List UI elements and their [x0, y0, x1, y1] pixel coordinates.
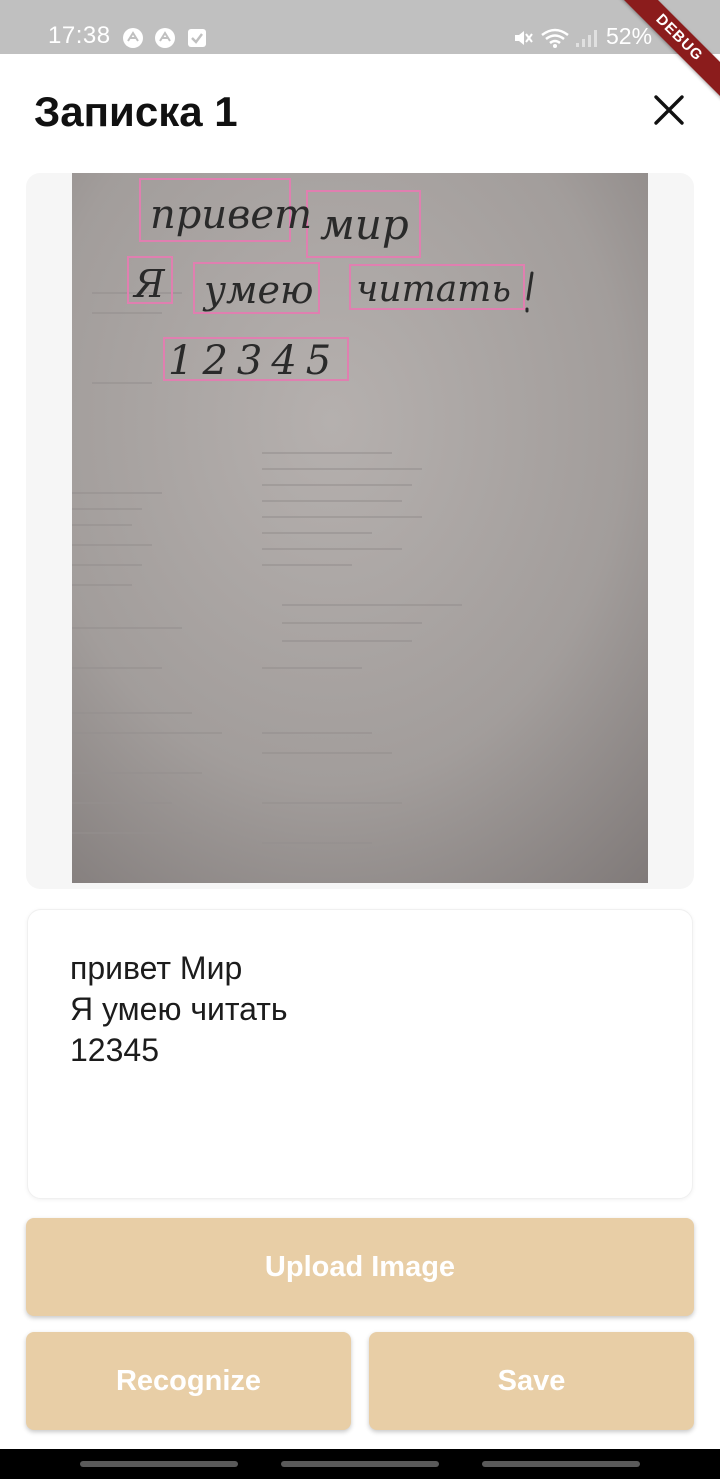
- nav-back-handle[interactable]: [482, 1461, 640, 1467]
- handwritten-word: мир: [320, 200, 409, 249]
- text-line: Я умею читать: [70, 991, 288, 1027]
- nav-home-handle[interactable]: [281, 1461, 439, 1467]
- save-button[interactable]: Save: [369, 1332, 694, 1430]
- nav-recents-handle[interactable]: [80, 1461, 238, 1467]
- handwritten-note-image: привет мир Я умею читать 12345: [72, 173, 648, 883]
- page-title: Записка 1: [34, 88, 238, 135]
- text-line: 12345: [70, 1032, 159, 1068]
- upload-image-button[interactable]: Upload Image: [26, 1218, 694, 1316]
- recognized-text[interactable]: привет Мир Я умею читать 12345: [70, 948, 288, 1071]
- status-time: 17:38: [48, 22, 111, 49]
- handwritten-word: читать: [356, 269, 511, 310]
- checkbox-notification-icon: [188, 29, 206, 47]
- text-line: привет Мир: [70, 950, 243, 986]
- handwritten-word: 12345: [168, 338, 340, 384]
- handwritten-word: умею: [202, 268, 314, 312]
- wifi-icon: [541, 28, 569, 48]
- close-button[interactable]: [645, 86, 693, 134]
- navigation-bar: [0, 1449, 720, 1479]
- note-photo: привет мир Я умею читать 12345: [72, 173, 648, 883]
- battery-level: 52%: [606, 23, 653, 49]
- mute-icon: [515, 31, 533, 45]
- close-icon: [654, 95, 684, 125]
- signal-icon: [576, 30, 597, 47]
- app-notification-icon: [123, 28, 143, 48]
- handwritten-word: Я: [132, 262, 166, 306]
- status-bar: 17:38 52%: [0, 0, 720, 54]
- app-notification-icon-2: [155, 28, 175, 48]
- recognized-text-card[interactable]: привет Мир Я умею читать 12345: [27, 909, 693, 1199]
- recognize-button[interactable]: Recognize: [26, 1332, 351, 1430]
- handwritten-word: привет: [150, 192, 312, 238]
